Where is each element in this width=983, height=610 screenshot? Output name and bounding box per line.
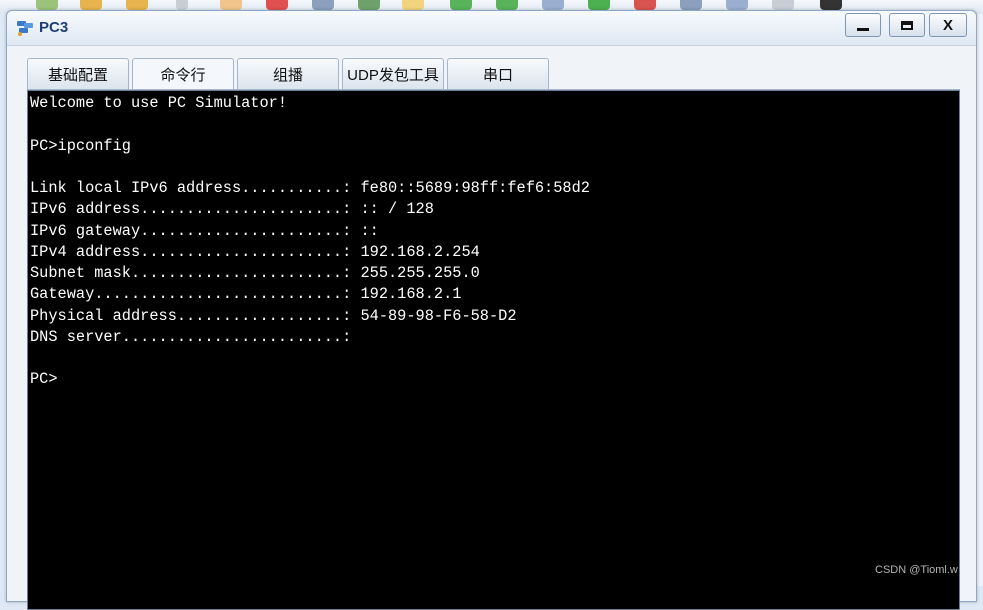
undo-tool-icon[interactable] [80,0,102,10]
hand-tool-icon[interactable] [220,0,242,10]
terminal-line: PC>ipconfig [30,136,131,155]
topology-tool-icon[interactable] [726,0,748,10]
select-tool-icon[interactable] [176,0,188,10]
terminal-prompt[interactable]: PC> [30,369,959,390]
note-tool-icon[interactable] [358,0,380,10]
tab-basic-config[interactable]: 基础配置 [27,58,129,89]
zoom-out-tool-icon[interactable] [496,0,518,10]
close-icon: X [942,16,953,34]
folder-tool-icon[interactable] [402,0,424,10]
tab-label: 基础配置 [47,66,108,84]
maximize-button[interactable] [889,13,925,37]
console-tool-icon[interactable] [820,0,842,10]
title-bar[interactable]: PC3 X [7,11,976,46]
pc-window: PC3 X 基础配置 命令行 组播 UDP发包工具 串口 Welcome to … [6,10,977,610]
terminal-line: IPv6 address......................: :: /… [30,200,434,219]
terminal-line: Welcome to use PC Simulator! [30,94,288,112]
text-tool-icon[interactable] [312,0,334,10]
tab-multicast[interactable]: 组播 [237,58,339,89]
fit-tool-icon[interactable] [542,0,564,10]
minimize-button[interactable] [845,13,881,37]
minimize-icon [857,27,869,31]
terminal-line: IPv4 address......................: 192.… [30,242,480,261]
tab-label: UDP发包工具 [347,66,439,84]
terminal-line: Physical address..................: 54-8… [30,306,517,325]
command-line-terminal[interactable]: Welcome to use PC Simulator! PC>ipconfig… [27,90,960,610]
tab-udp-tool[interactable]: UDP发包工具 [342,58,444,89]
maximize-icon [901,20,913,30]
capture-tool-icon[interactable] [680,0,702,10]
stop-tool-icon[interactable] [634,0,656,10]
start-tool-icon[interactable] [588,0,610,10]
close-button[interactable]: X [929,13,967,37]
pc-app-icon [17,21,33,36]
grid-tool-icon[interactable] [772,0,794,10]
save-tool-icon[interactable] [36,0,58,10]
tab-label: 串口 [482,66,513,84]
terminal-line: DNS server........................: [30,327,352,346]
delete-tool-icon[interactable] [266,0,288,10]
terminal-line: IPv6 gateway......................: :: [30,221,379,240]
zoom-in-tool-icon[interactable] [450,0,472,10]
terminal-line: Link local IPv6 address...........: fe80… [30,179,590,197]
tab-serial-port[interactable]: 串口 [447,58,549,89]
terminal-line: Gateway...........................: 192.… [30,285,462,304]
tab-command-line[interactable]: 命令行 [132,58,234,89]
redo-tool-icon[interactable] [126,0,148,10]
window-title: PC3 [39,19,69,36]
tab-label: 组播 [272,66,303,84]
watermark: CSDN @Tioml.w [875,564,958,576]
terminal-line: Subnet mask.......................: 255.… [30,264,480,282]
tab-label: 命令行 [160,66,206,84]
